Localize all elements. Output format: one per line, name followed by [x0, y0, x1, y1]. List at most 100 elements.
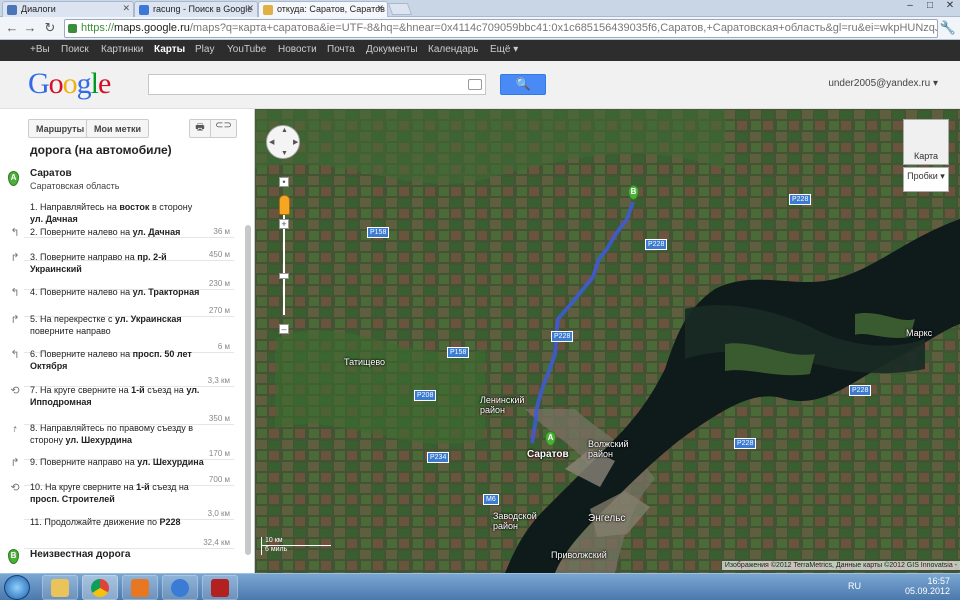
step-number: 5.	[30, 314, 38, 324]
close-icon[interactable]: ✕	[376, 3, 384, 14]
zoom-slider-handle[interactable]	[279, 273, 289, 279]
taskbar-app[interactable]	[202, 575, 238, 600]
turn-right-icon: ↱	[10, 252, 20, 264]
chevron-down-icon: ▾	[940, 171, 945, 181]
gbar-youtube[interactable]: YouTube	[227, 44, 266, 55]
step-text-pre: На круге сверните на	[40, 385, 132, 395]
step-bold-1: ул. Украинская	[115, 314, 182, 324]
taskbar-media[interactable]	[122, 575, 158, 600]
keyboard-icon[interactable]	[468, 79, 482, 90]
step-text: 6. Поверните налево на просп. 50 лет Окт…	[30, 348, 206, 372]
step-bold-2: просп. Строителей	[30, 494, 115, 504]
step-text-pre: На перекрестке с	[40, 314, 116, 324]
tab-label: откуда: Саратов, Саратов	[277, 4, 385, 14]
address-bar[interactable]: https://maps.google.ru/maps?q=карта+сара…	[64, 19, 938, 38]
keep-right-icon: ⭎	[13, 423, 17, 435]
destination-place[interactable]: Неизвестная дорога	[30, 549, 130, 560]
step-distance: 170 м	[208, 449, 230, 458]
step-text-mid: съезд на	[149, 482, 189, 492]
url-scheme: https://	[81, 22, 115, 34]
gbar-images[interactable]: Картинки	[101, 44, 143, 55]
print-button[interactable]: 🖶	[189, 119, 211, 138]
close-icon[interactable]: ✕	[122, 3, 130, 14]
zoom-track[interactable]	[283, 215, 285, 315]
step-text-pre: Поверните направо на	[40, 457, 138, 467]
pan-down-icon[interactable]: ▼	[281, 150, 288, 157]
new-tab-button[interactable]	[387, 3, 413, 15]
pan-control[interactable]: ▲ ▼ ◀ ▶	[266, 125, 300, 159]
google-logo[interactable]: Google	[28, 67, 111, 101]
pegman-icon[interactable]	[279, 195, 290, 215]
window-controls: – □ ✕	[900, 0, 960, 16]
map-type-label: Карта	[913, 151, 939, 161]
map-label-marks: Маркс	[906, 328, 933, 338]
step-number: 9.	[30, 457, 38, 467]
gbar-docs[interactable]: Документы	[366, 44, 418, 55]
windows-taskbar: RU 16:57 05.09.2012	[0, 573, 960, 600]
gbar-more[interactable]: Ещё ▾	[490, 44, 518, 55]
search-button[interactable]: 🔍	[500, 74, 546, 95]
clock-date: 05.09.2012	[904, 586, 950, 596]
step-bold-1: ул. Дачная	[132, 227, 181, 237]
link-button[interactable]: ⊂⊃	[211, 119, 237, 138]
pan-up-icon[interactable]: ▲	[281, 127, 288, 134]
taskbar-itunes[interactable]	[162, 575, 198, 600]
map-view[interactable]: Саратов Волжский район Ленинский район З…	[255, 109, 960, 573]
system-clock[interactable]: 16:57 05.09.2012	[905, 576, 950, 596]
zoom-in-button[interactable]: +	[279, 219, 289, 229]
map-type-button[interactable]: Карта	[903, 119, 949, 165]
maps-icon	[263, 5, 273, 15]
forward-icon[interactable]: →	[22, 20, 38, 35]
turn-left-icon: ↰	[10, 349, 20, 361]
maximize-icon[interactable]: □	[920, 0, 940, 11]
zoom-out-button[interactable]: –	[279, 324, 289, 334]
satellite-imagery	[255, 109, 960, 573]
window-close-icon[interactable]: ✕	[940, 0, 960, 11]
step-text-pre: Продолжайте движение по	[44, 517, 160, 527]
minimize-icon[interactable]: –	[900, 0, 920, 11]
account-menu[interactable]: under2005@yandex.ru ▾	[828, 78, 938, 89]
my-places-button[interactable]: Мои метки	[86, 119, 150, 138]
step-text: 9. Поверните направо на ул. Шехурдина	[30, 456, 206, 468]
pan-right-icon[interactable]: ▶	[293, 138, 298, 146]
maps-header: Google 🔍 under2005@yandex.ru ▾	[0, 61, 960, 109]
back-icon[interactable]: ←	[4, 20, 20, 35]
taskbar-chrome[interactable]	[82, 575, 118, 600]
tab-maps[interactable]: откуда: Саратов, Саратов ✕	[258, 1, 388, 17]
wrench-icon[interactable]: 🔧	[940, 20, 956, 36]
roundabout-icon: ⟲	[10, 482, 20, 494]
tab-google-search[interactable]: racung - Поиск в Google ✕	[134, 1, 258, 17]
road-tag-r228: Р228	[551, 331, 574, 342]
gbar-mail[interactable]: Почта	[327, 44, 355, 55]
search-input[interactable]	[148, 74, 486, 95]
origin-place[interactable]: Саратов Саратовская область	[30, 168, 119, 191]
road-tag-r234: Р234	[427, 452, 450, 463]
url-path: /maps?q=карта+саратова&ie=UTF-8&hq=&hnea…	[189, 22, 938, 34]
scale-km: 10 км	[261, 537, 331, 546]
routes-button[interactable]: Маршруты	[28, 119, 93, 138]
gbar-play[interactable]: Play	[195, 44, 214, 55]
language-indicator[interactable]: RU	[848, 581, 861, 591]
step-text: 8. Направляйтесь по правому съезду в сто…	[30, 422, 206, 446]
reload-icon[interactable]: ↻	[42, 20, 58, 36]
gbar-maps[interactable]: Карты	[154, 44, 185, 55]
road-tag-r158: Р158	[447, 347, 470, 358]
start-button[interactable]	[4, 575, 30, 600]
sidebar-scrollbar[interactable]	[245, 225, 251, 555]
turn-left-icon: ↰	[10, 287, 20, 299]
step-text: 3. Поверните направо на пр. 2-й Украинск…	[30, 251, 206, 275]
gbar-search[interactable]: Поиск	[61, 44, 89, 55]
tab-dialogs[interactable]: Диалоги ✕	[2, 1, 134, 17]
step-text: 2. Поверните налево на ул. Дачная	[30, 226, 206, 238]
gbar-plus-you[interactable]: +Вы	[30, 44, 50, 55]
step-bold-1: ул. Шехурдина	[65, 435, 133, 445]
step-text-pre: Поверните налево на	[40, 287, 133, 297]
pan-left-icon[interactable]: ◀	[269, 138, 274, 146]
gbar-news[interactable]: Новости	[278, 44, 317, 55]
close-icon[interactable]: ✕	[246, 3, 254, 14]
chrome-icon	[91, 579, 109, 597]
gbar-calendar[interactable]: Календарь	[428, 44, 478, 55]
traffic-button[interactable]: Пробки ▾	[903, 167, 949, 192]
taskbar-explorer[interactable]	[42, 575, 78, 600]
zoom-reset-icon[interactable]: •	[279, 177, 289, 187]
